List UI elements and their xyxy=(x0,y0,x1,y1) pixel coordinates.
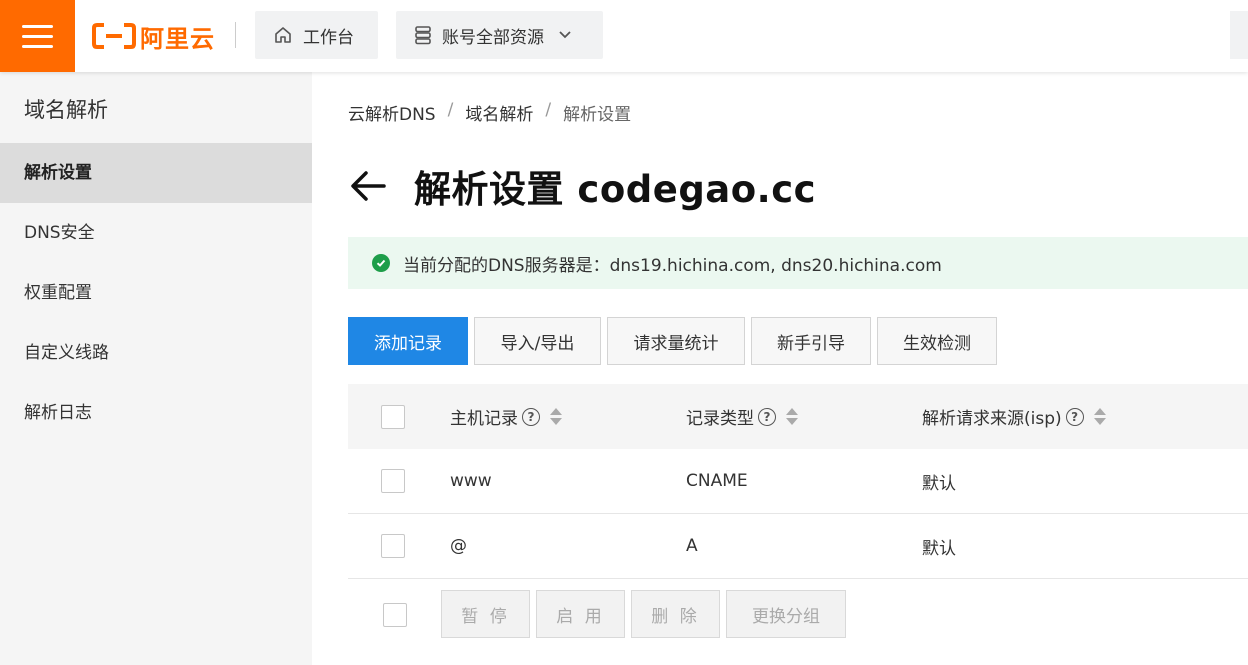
header-source: 解析请求来源(isp) ? xyxy=(922,384,1106,449)
row-checkbox[interactable] xyxy=(381,534,405,558)
source-cell: 默认 xyxy=(922,473,956,494)
sidebar-item-weight-config[interactable]: 权重配置 xyxy=(0,263,312,323)
breadcrumb-separator: / xyxy=(447,100,454,120)
resources-dropdown[interactable]: 账号全部资源 xyxy=(396,11,603,59)
breadcrumb-item[interactable]: 域名解析 xyxy=(465,100,533,125)
row-select-cell xyxy=(381,449,405,513)
resources-label: 账号全部资源 xyxy=(442,27,544,48)
select-all-cell xyxy=(381,384,405,449)
aliyun-logo-icon xyxy=(92,23,136,49)
header-type-label: 记录类型 xyxy=(686,409,754,429)
sidebar: 域名解析 解析设置 DNS安全 权重配置 自定义线路 解析日志 xyxy=(0,72,312,665)
success-check-icon xyxy=(372,254,390,272)
effect-check-button[interactable]: 生效检测 xyxy=(877,317,997,365)
sidebar-item-dns-security[interactable]: DNS安全 xyxy=(0,203,312,263)
header-source-label: 解析请求来源(isp) xyxy=(922,409,1062,429)
records-table: 主机记录 ? 记录类型 ? 解析请求来源(isp) ? www CNAME 默认 xyxy=(348,384,1248,579)
toolbar: 添加记录 导入/导出 请求量统计 新手引导 生效检测 xyxy=(348,317,997,365)
top-bar: 阿里云 工作台 账号全部资源 xyxy=(0,0,1248,72)
select-all-checkbox[interactable] xyxy=(381,404,405,429)
row-select-cell xyxy=(381,514,405,578)
request-stats-button[interactable]: 请求量统计 xyxy=(607,317,745,365)
dns-server-alert: 当前分配的DNS服务器是：dns19.hichina.com, dns20.hi… xyxy=(348,237,1248,289)
sidebar-item-dns-logs[interactable]: 解析日志 xyxy=(0,383,312,443)
type-cell: A xyxy=(686,536,698,556)
delete-button[interactable]: 删 除 xyxy=(631,590,720,638)
help-icon[interactable]: ? xyxy=(1065,407,1084,426)
back-arrow-icon[interactable] xyxy=(348,166,388,206)
beginner-guide-button[interactable]: 新手引导 xyxy=(751,317,871,365)
page-title: 解析设置 codegao.cc xyxy=(414,168,817,211)
alert-text: 当前分配的DNS服务器是：dns19.hichina.com, dns20.hi… xyxy=(403,255,942,276)
table-row: www CNAME 默认 xyxy=(348,449,1248,514)
bulk-action-bar: 暂 停 启 用 删 除 更换分组 xyxy=(348,590,1248,642)
sidebar-title: 域名解析 xyxy=(24,98,108,122)
add-record-button[interactable]: 添加记录 xyxy=(348,317,468,365)
header-divider xyxy=(235,22,236,48)
hamburger-icon-line xyxy=(22,44,53,48)
home-icon xyxy=(273,25,293,45)
sidebar-item-custom-lines[interactable]: 自定义线路 xyxy=(0,323,312,383)
chevron-down-icon xyxy=(558,30,572,40)
sort-icon[interactable] xyxy=(1093,408,1106,425)
database-icon xyxy=(414,25,432,45)
bulk-select-checkbox[interactable] xyxy=(383,603,407,627)
host-cell: @ xyxy=(450,536,467,556)
change-group-button[interactable]: 更换分组 xyxy=(726,590,846,638)
breadcrumb: 云解析DNS / 域名解析 / 解析设置 xyxy=(348,100,631,125)
type-cell: CNAME xyxy=(686,471,748,491)
hamburger-icon-line xyxy=(22,34,53,38)
row-checkbox[interactable] xyxy=(381,469,405,493)
main-content: 云解析DNS / 域名解析 / 解析设置 解析设置 codegao.cc 当前分… xyxy=(348,72,1248,665)
source-cell: 默认 xyxy=(922,538,956,559)
header-host: 主机记录 ? xyxy=(450,384,562,449)
host-cell: www xyxy=(450,471,492,491)
table-header: 主机记录 ? 记录类型 ? 解析请求来源(isp) ? xyxy=(348,384,1248,449)
help-icon[interactable]: ? xyxy=(522,407,540,426)
help-icon[interactable]: ? xyxy=(758,407,776,426)
aliyun-logo[interactable]: 阿里云 xyxy=(92,16,215,56)
logo-text: 阿里云 xyxy=(140,24,215,53)
sort-icon[interactable] xyxy=(550,408,562,425)
title-row: 解析设置 codegao.cc xyxy=(348,160,816,212)
sort-icon[interactable] xyxy=(786,408,798,425)
hamburger-menu-button[interactable] xyxy=(0,0,75,72)
workbench-button[interactable]: 工作台 xyxy=(255,11,378,59)
breadcrumb-current: 解析设置 xyxy=(563,105,632,125)
hamburger-icon-line xyxy=(22,24,53,28)
header-type: 记录类型 ? xyxy=(686,384,798,449)
sidebar-item-dns-settings[interactable]: 解析设置 xyxy=(0,143,312,203)
header-host-label: 主机记录 xyxy=(450,409,518,429)
breadcrumb-item[interactable]: 云解析DNS xyxy=(348,100,436,125)
breadcrumb-separator: / xyxy=(545,100,552,120)
header-right-button[interactable] xyxy=(1230,11,1248,59)
pause-button[interactable]: 暂 停 xyxy=(441,590,530,638)
enable-button[interactable]: 启 用 xyxy=(536,590,625,638)
import-export-button[interactable]: 导入/导出 xyxy=(474,317,601,365)
workbench-label: 工作台 xyxy=(303,27,354,48)
table-row: @ A 默认 xyxy=(348,514,1248,579)
